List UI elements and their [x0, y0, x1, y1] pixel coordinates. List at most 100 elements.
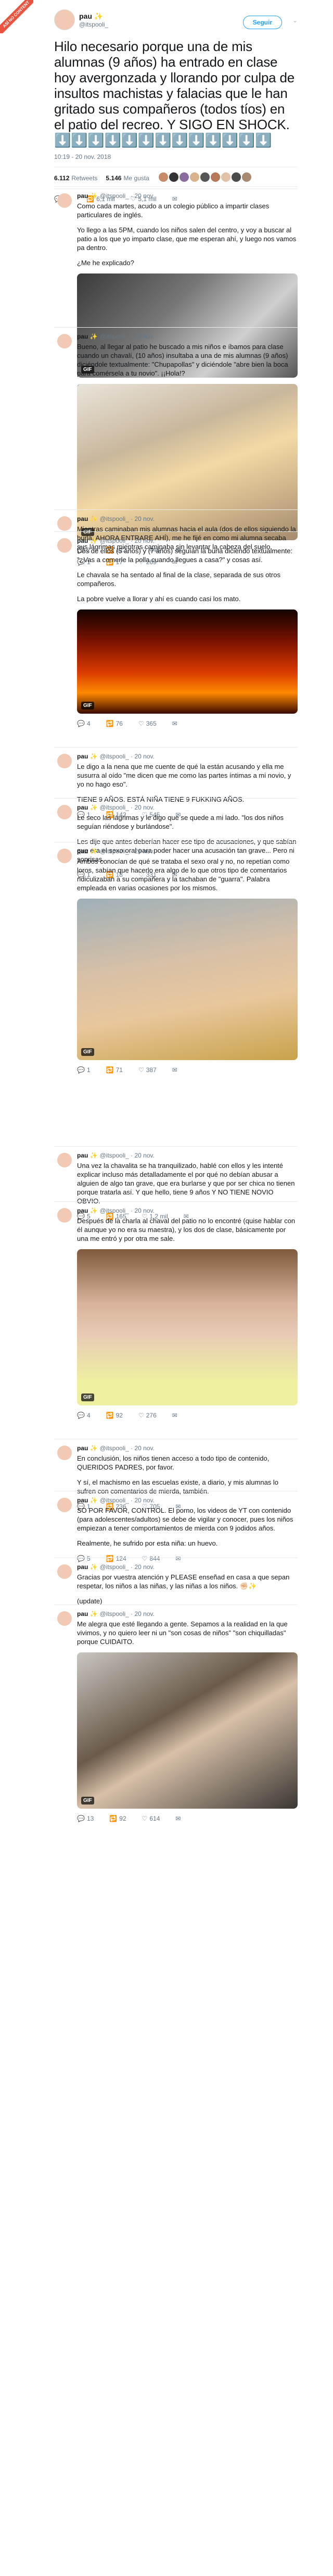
retweet-action[interactable]: 🔁 76: [106, 720, 123, 727]
reply-tweet: pau ✨ @itspooli_ · 20 nov. Después de la c…: [54, 1201, 298, 1420]
reply-text: Ambos conocían de qué se trataba el sexo…: [77, 857, 298, 892]
chevron-down-icon[interactable]: ⌄: [292, 17, 298, 24]
reply-actions: 💬 1 🔁 71 ♡ 387 ✉: [77, 1065, 298, 1075]
retweet-action[interactable]: 🔁 92: [106, 1412, 123, 1419]
follow-button[interactable]: Seguir: [242, 16, 282, 29]
reply-paragraph: Como cada martes, acudo a un colegio púb…: [77, 202, 270, 219]
reply-paragraph: Dos de ellos (5 años) y (7 años) seguían…: [77, 547, 293, 564]
reply-tweet: pau ✨ @itspooli_ · 20 nov. Gracias por vue…: [54, 1558, 298, 1612]
action-count: 365: [146, 720, 157, 727]
author-handle[interactable]: @itspooli_ · 20 nov.: [100, 537, 155, 544]
author-handle[interactable]: @itspooli_ · 20 nov.: [100, 1497, 155, 1504]
avatar[interactable]: [57, 538, 72, 553]
avatar[interactable]: [57, 754, 72, 768]
avatar[interactable]: [57, 1611, 72, 1626]
author-name[interactable]: pau ✨: [77, 1207, 98, 1214]
reply-tweet: pau ✨ @itspooli_ · 20 nov. Ambos conocían …: [54, 842, 298, 1075]
reply-paragraph: Le seco las lágrimas y le digo que se qu…: [77, 814, 284, 830]
reply-paragraph: Yo llego a las 5PM, cuando los niños sal…: [77, 226, 297, 252]
retweet-count[interactable]: 6.112: [54, 175, 69, 182]
avatar[interactable]: [57, 849, 72, 863]
author-name[interactable]: pau ✨: [77, 192, 98, 200]
reply-paragraph: Le digo a la nena que me cuente de qué l…: [77, 763, 291, 788]
author-name[interactable]: pau ✨: [77, 804, 98, 811]
reply-paragraph: Una vez la chavalita se ha tranquilizado…: [77, 1162, 295, 1205]
author-handle[interactable]: @itspooli_ · 20 nov.: [100, 192, 155, 200]
avatar[interactable]: [57, 1564, 72, 1579]
reply-paragraph: Bueno, al llegar al patio he buscado a m…: [77, 343, 288, 377]
author-handle[interactable]: @itspooli_ · 20 nov.: [100, 1610, 155, 1617]
author-name[interactable]: pau ✨: [77, 1152, 98, 1159]
author-handle[interactable]: @itspooli_ · 20 nov.: [100, 1207, 155, 1214]
reply-tweet: pau ✨ @itspooli_ · 20 nov. Me alegra que e…: [54, 1604, 298, 1823]
reply-action[interactable]: 💬 1: [77, 1066, 91, 1074]
reply-header: pau ✨ @itspooli_ · 20 nov.: [77, 1497, 298, 1504]
tweet-text: Hilo necesario porque una de mis alumnas…: [54, 39, 294, 148]
gif-label: GIF: [81, 1048, 94, 1056]
gif-media[interactable]: GIF: [77, 1249, 298, 1405]
author-handle[interactable]: @itspooli_ · 20 nov.: [100, 1445, 155, 1452]
reply-text: Gracias por vuestra atención y PLEASE en…: [77, 1573, 298, 1606]
message-icon[interactable]: ✉: [175, 1815, 181, 1822]
heart-action[interactable]: ♡ 276: [138, 1412, 157, 1419]
avatar[interactable]: [57, 1208, 72, 1223]
avatar[interactable]: [57, 1446, 72, 1460]
author-handle[interactable]: @itspooli_ · 20 nov.: [100, 804, 155, 811]
reply-header: pau ✨ @itspooli_ · 20 nov.: [77, 1445, 298, 1452]
gif-media[interactable]: GIF: [77, 899, 298, 1060]
author-name[interactable]: pau ✨: [77, 1563, 98, 1571]
retweet-action[interactable]: 🔁 92: [109, 1815, 126, 1822]
author-handle[interactable]: @itspooli_ · 20 nov.: [100, 753, 155, 760]
message-icon[interactable]: ✉: [172, 720, 177, 727]
avatar[interactable]: [57, 193, 72, 208]
action-count: 1: [86, 1066, 91, 1074]
author-handle[interactable]: @itspooli_ · 20 nov.: [100, 848, 155, 855]
reply-action[interactable]: 💬 13: [77, 1815, 94, 1822]
action-count: 4: [86, 720, 91, 727]
author-name[interactable]: pau ✨: [77, 1497, 98, 1504]
author-handle[interactable]: @itspooli_ · 20 nov.: [100, 515, 155, 522]
heart-icon: ♡: [138, 720, 144, 727]
author-name[interactable]: pau ✨: [77, 537, 98, 544]
message-icon[interactable]: ✉: [172, 1412, 177, 1419]
author-name[interactable]: pau ✨: [79, 12, 108, 21]
reply-action[interactable]: 💬 4: [77, 1412, 91, 1419]
author-handle[interactable]: @itspooli_ · 20 nov.: [100, 333, 155, 340]
reply-header: pau ✨ @itspooli_ · 20 nov.: [77, 848, 298, 855]
liker-avatars[interactable]: [158, 172, 251, 183]
action-count: 387: [146, 1066, 157, 1074]
author-name[interactable]: pau ✨: [77, 753, 98, 760]
retweet-label: Retweets: [71, 174, 98, 182]
author-handle[interactable]: @itspooli_ · 20 nov.: [100, 1563, 155, 1571]
author-name[interactable]: pau ✨: [77, 333, 98, 340]
author-name[interactable]: pau ✨: [77, 848, 98, 855]
reply-icon: 💬: [77, 1815, 85, 1822]
gif-media[interactable]: GIF: [77, 609, 298, 714]
avatar[interactable]: [57, 516, 72, 531]
reply-header: pau ✨ @itspooli_ · 20 nov.: [77, 515, 298, 522]
like-count[interactable]: 5.146: [106, 175, 121, 182]
avatar[interactable]: [57, 805, 72, 819]
heart-action[interactable]: ♡ 365: [138, 720, 157, 727]
reply-paragraph: En conclusión, los niños tienen acceso a…: [77, 1454, 270, 1471]
avatar[interactable]: [54, 9, 75, 30]
timestamp[interactable]: 10:19 - 20 nov. 2018: [54, 153, 298, 160]
heart-action[interactable]: ♡ 387: [138, 1066, 157, 1074]
author-name[interactable]: pau ✨: [77, 1445, 98, 1452]
reply-text: Dos de ellos (5 años) y (7 años) seguían…: [77, 546, 298, 603]
author-handle[interactable]: @itspooli_ · 20 nov.: [100, 1152, 155, 1159]
avatar[interactable]: [57, 1498, 72, 1512]
author-name[interactable]: pau ✨: [77, 515, 98, 522]
heart-action[interactable]: ♡ 614: [142, 1815, 160, 1822]
avatar[interactable]: [57, 334, 72, 349]
reply-text: SO POR FAVOR, CONTROL. El porno, los vid…: [77, 1506, 298, 1548]
heart-icon: ♡: [138, 1066, 144, 1074]
message-icon[interactable]: ✉: [172, 1066, 177, 1074]
retweet-icon: 🔁: [106, 1412, 114, 1419]
retweet-action[interactable]: 🔁 71: [106, 1066, 123, 1074]
author-name[interactable]: pau ✨: [77, 1610, 98, 1617]
author-handle[interactable]: @itspooli_: [79, 21, 108, 28]
avatar[interactable]: [57, 1153, 72, 1167]
reply-action[interactable]: 💬 4: [77, 720, 91, 727]
gif-media[interactable]: GIF: [77, 1652, 298, 1809]
